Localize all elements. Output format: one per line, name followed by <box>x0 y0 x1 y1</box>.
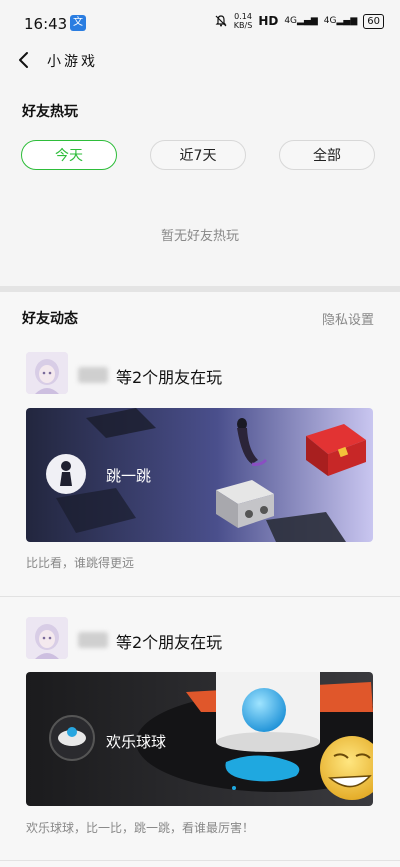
status-time: 16:43 <box>24 15 68 33</box>
hd-indicator: HD <box>258 14 279 28</box>
game-name-happy-ball: 欢乐球球 <box>106 733 167 751</box>
blurred-friend-name <box>78 632 108 648</box>
back-arrow-icon[interactable] <box>14 48 36 72</box>
app-notification-icon: 文 <box>70 15 86 31</box>
game-name-jump: 跳一跳 <box>106 467 152 485</box>
navigation-bar: 小游戏 <box>0 44 400 76</box>
friends-hot-title: 好友热玩 <box>22 104 78 120</box>
signal-indicator-2: 4G▂▄▆ <box>323 16 358 26</box>
tab-all[interactable]: 全部 <box>279 140 375 170</box>
network-speed: 0.14 KB/S <box>234 12 253 30</box>
signal-label-1: 4G <box>284 16 298 26</box>
blurred-friend-name <box>78 367 108 383</box>
battery-icon: 60 <box>363 13 384 29</box>
status-indicators: 0.14 KB/S HD 4G▂▄▆ 4G▂▄▆ 60 <box>214 12 384 30</box>
tab-today[interactable]: 今天 <box>21 140 117 170</box>
status-bar: 16:43 文 0.14 KB/S HD 4G▂▄▆ 4G▂▄▆ 60 <box>0 0 400 44</box>
signal-indicator-1: 4G▂▄▆ <box>284 16 318 26</box>
empty-state-text: 暂无好友热玩 <box>160 229 239 244</box>
game-description-happy-ball: 欢乐球球，比一比，跳一跳，看谁最厉害！ <box>26 821 255 835</box>
tab-7-days[interactable]: 近7天 <box>150 140 246 170</box>
happy-ball-game-banner <box>26 672 373 806</box>
speed-value: 0.14 <box>234 12 252 21</box>
jump-game-banner <box>26 408 373 542</box>
game-description-jump: 比比看，谁跳得更远 <box>26 556 135 570</box>
privacy-settings-link[interactable]: 隐私设置 <box>322 309 374 328</box>
friend-activity-title: 好友动态 <box>22 311 78 327</box>
speed-unit: KB/S <box>233 21 253 30</box>
game-card-happy-ball[interactable]: 欢乐球球 <box>26 672 373 806</box>
item-divider <box>0 860 400 861</box>
anime-avatar-icon <box>26 352 68 394</box>
signal-label-2: 4G <box>323 16 337 26</box>
friend-avatar[interactable] <box>26 617 68 659</box>
item-divider <box>0 596 400 597</box>
game-card-jump[interactable]: 跳一跳 <box>26 408 373 542</box>
page-title: 小游戏 <box>47 54 98 70</box>
mute-bell-icon <box>215 15 227 27</box>
anime-avatar-icon <box>26 617 68 659</box>
friend-avatar[interactable] <box>26 352 68 394</box>
friends-playing-text: 等2个朋友在玩 <box>116 633 223 652</box>
friends-playing-text: 等2个朋友在玩 <box>116 368 223 387</box>
